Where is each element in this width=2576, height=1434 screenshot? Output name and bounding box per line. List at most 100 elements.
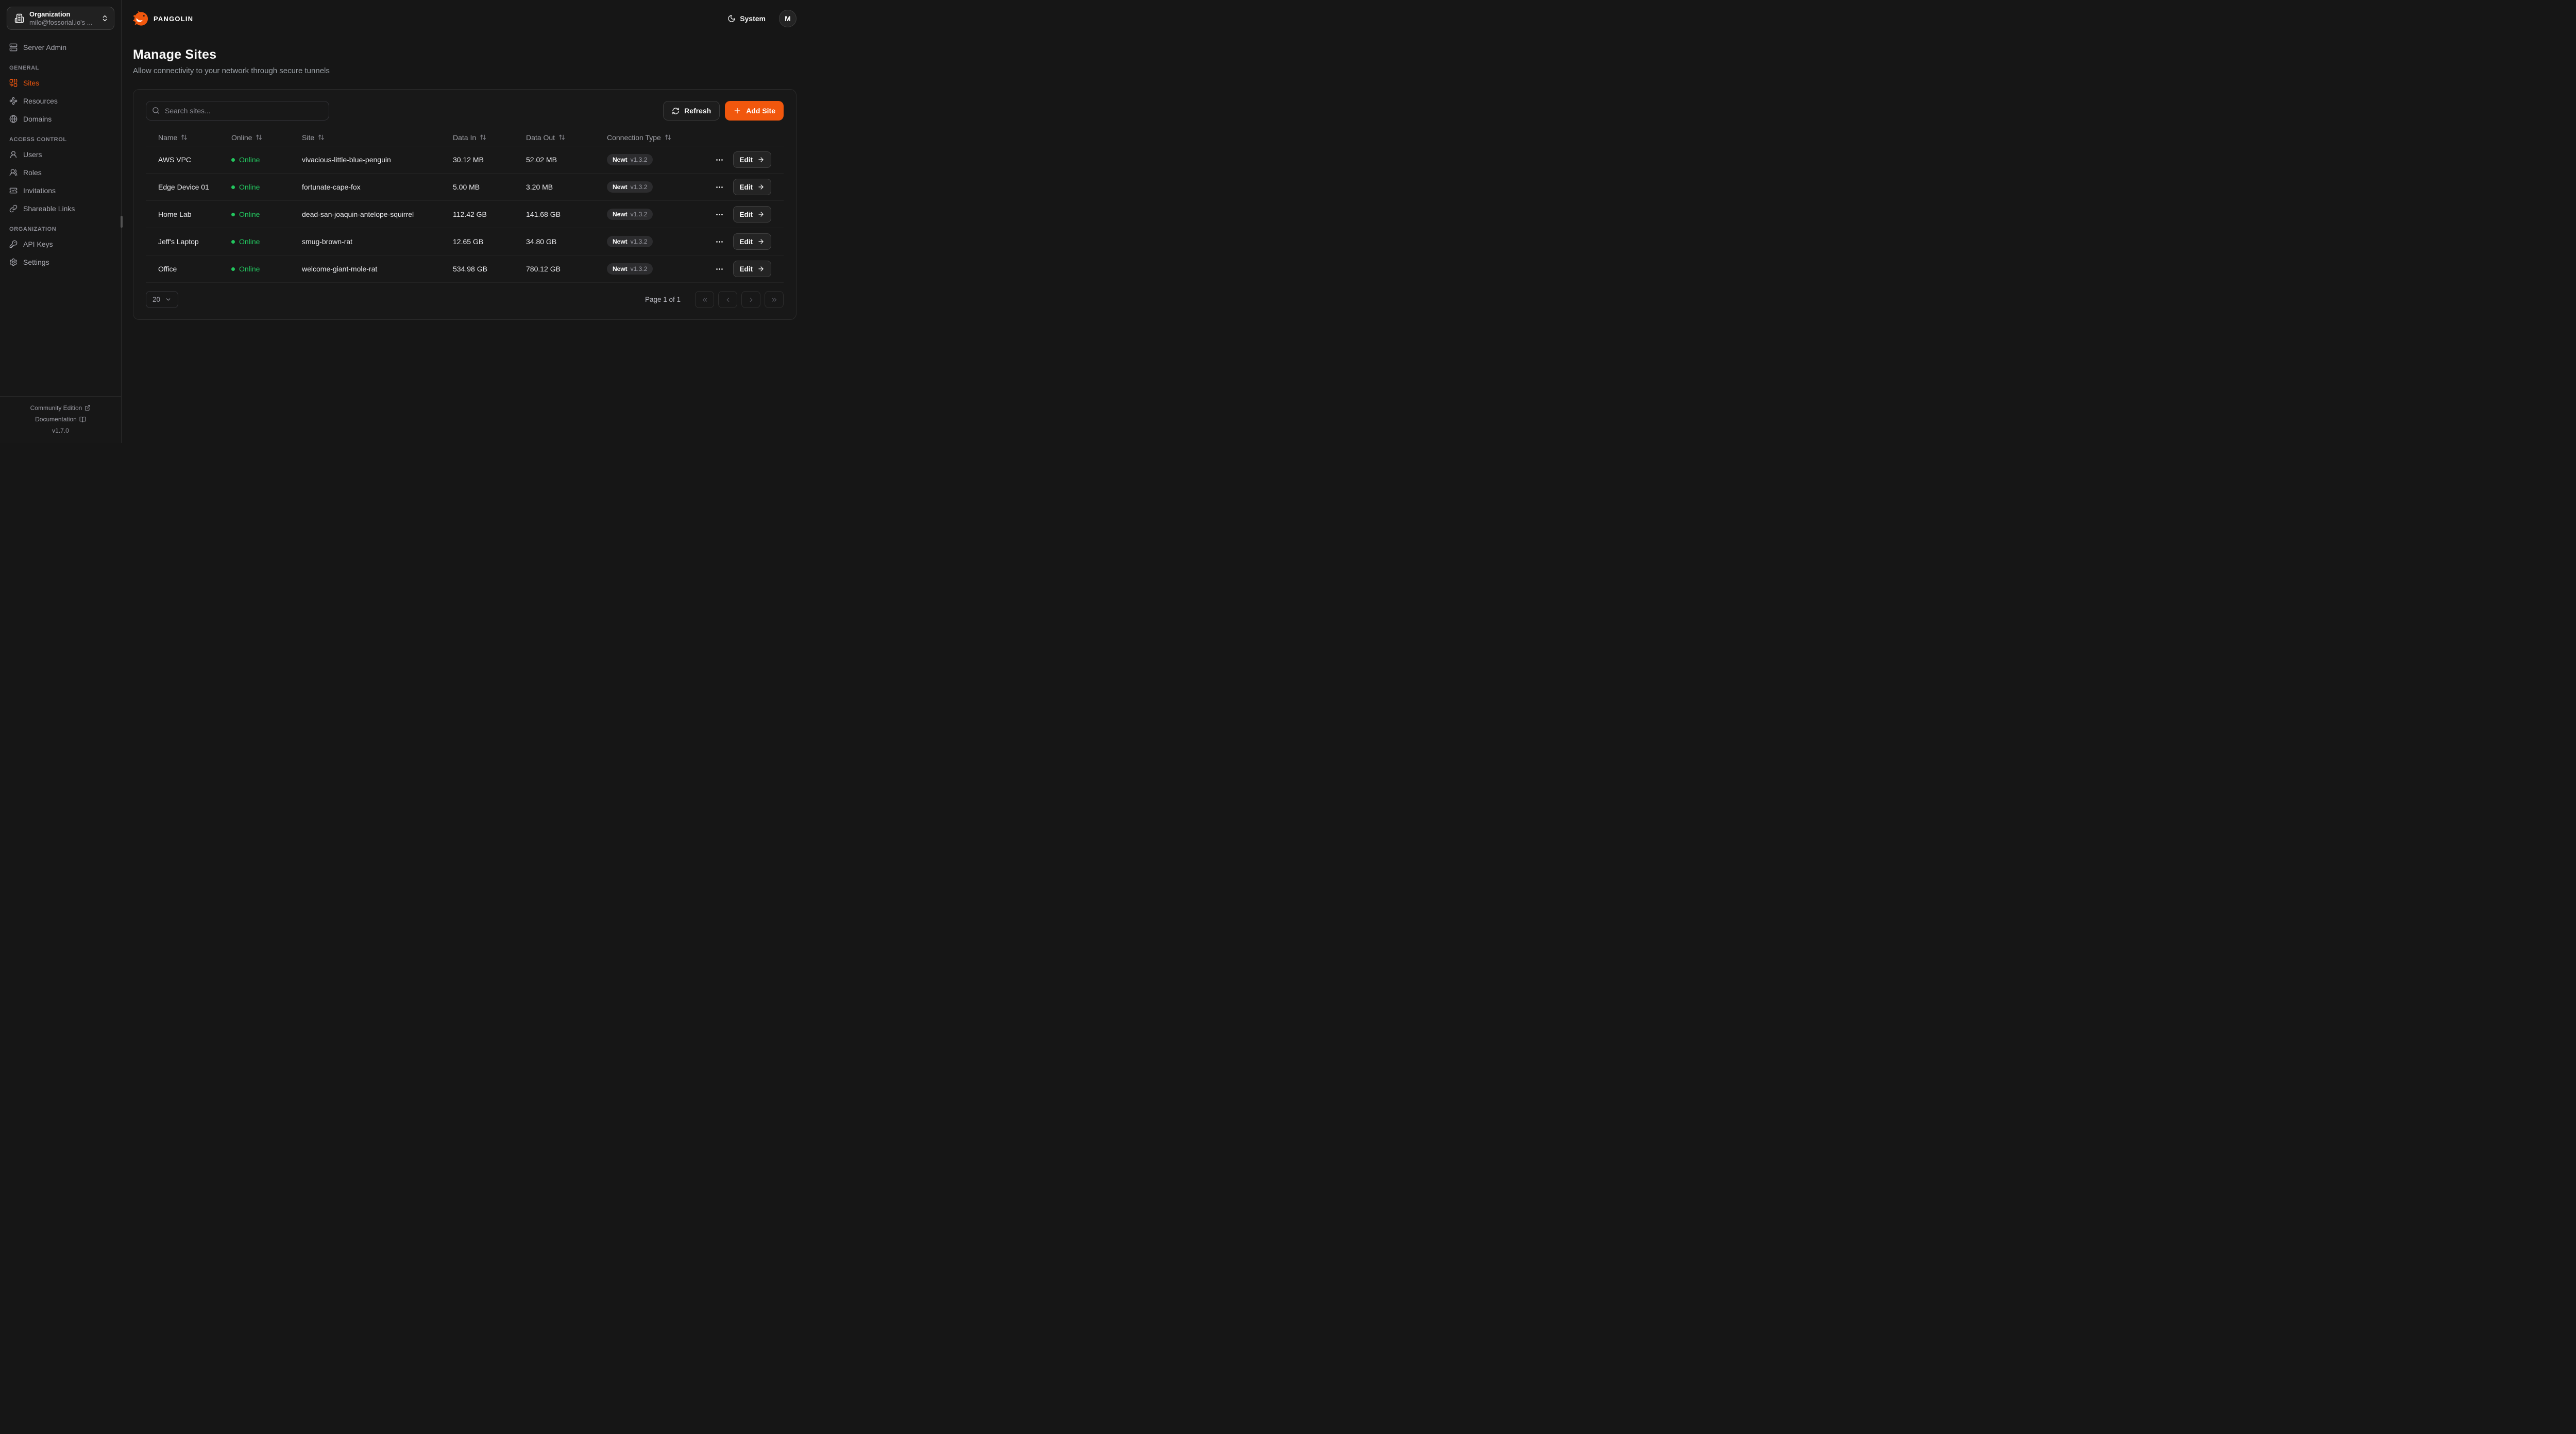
sidebar-item-label: Resources [23, 97, 58, 105]
table-row: Office Online welcome-giant-mole-rat 534… [146, 255, 784, 283]
page-size-select[interactable]: 20 [146, 291, 178, 308]
sidebar-resize-handle[interactable] [121, 216, 123, 228]
last-page-button[interactable] [765, 291, 784, 308]
sidebar-item-users[interactable]: Users [8, 147, 113, 162]
site-name: Jeff's Laptop [158, 237, 231, 246]
org-selector[interactable]: Organization milo@fossorial.io's ... [7, 7, 114, 30]
row-menu-button[interactable] [714, 155, 725, 165]
row-menu-button[interactable] [714, 209, 725, 220]
app-window: Organization milo@fossorial.io's ... Ser… [0, 0, 808, 443]
edit-button[interactable]: Edit [733, 261, 772, 277]
table-row: Edge Device 01 Online fortunate-cape-fox… [146, 174, 784, 201]
sidebar-item-server-admin[interactable]: Server Admin [8, 40, 113, 55]
search-input[interactable] [146, 101, 329, 121]
avatar[interactable]: M [779, 10, 796, 27]
status-badge: Online [239, 237, 260, 246]
edit-button[interactable]: Edit [733, 206, 772, 223]
sites-card: Refresh Add Site Name Online Site Data I… [133, 89, 796, 320]
documentation-link[interactable]: Documentation [35, 414, 77, 425]
sidebar-item-sites[interactable]: Sites [8, 75, 113, 91]
column-header-site[interactable]: Site [302, 133, 453, 142]
row-menu-button[interactable] [714, 236, 725, 247]
column-header-name[interactable]: Name [158, 133, 231, 142]
column-header-data-out[interactable]: Data Out [526, 133, 607, 142]
status-badge: Online [239, 210, 260, 218]
column-header-connection-type[interactable]: Connection Type [607, 133, 715, 142]
sort-icon [181, 134, 188, 141]
arrow-right-icon [757, 238, 765, 245]
row-menu-button[interactable] [714, 182, 725, 193]
org-label: Organization [29, 10, 96, 19]
table-footer: 20 Page 1 of 1 [146, 291, 784, 308]
sidebar-item-label: API Keys [23, 240, 53, 248]
refresh-button[interactable]: Refresh [663, 101, 720, 121]
sort-icon [558, 134, 565, 141]
sidebar-item-shareable-links[interactable]: Shareable Links [8, 201, 113, 216]
external-link-icon [84, 405, 91, 411]
chevron-down-icon [165, 296, 172, 303]
site-name: Home Lab [158, 210, 231, 218]
sidebar-item-api-keys[interactable]: API Keys [8, 236, 113, 252]
first-page-button[interactable] [695, 291, 714, 308]
data-out-value: 3.20 MB [526, 183, 607, 191]
topbar: PANGOLIN System M [133, 0, 796, 37]
user-icon [9, 150, 18, 159]
brand-logo: PANGOLIN [133, 11, 193, 27]
data-out-value: 52.02 MB [526, 156, 607, 164]
avatar-initial: M [785, 14, 791, 23]
chevron-right-icon [748, 296, 755, 303]
edit-button[interactable]: Edit [733, 233, 772, 250]
chevrons-right-icon [771, 296, 778, 303]
status-badge: Online [239, 265, 260, 273]
site-name: Office [158, 265, 231, 273]
sidebar-item-label: Roles [23, 168, 42, 177]
data-out-value: 34.80 GB [526, 237, 607, 246]
community-edition-link[interactable]: Community Edition [30, 402, 82, 414]
edit-button[interactable]: Edit [733, 179, 772, 195]
edit-button[interactable]: Edit [733, 151, 772, 168]
theme-toggle[interactable]: System [727, 14, 766, 23]
server-icon [9, 43, 18, 52]
sidebar-item-roles[interactable]: Roles [8, 165, 113, 180]
online-dot [231, 185, 235, 189]
sidebar-item-resources[interactable]: Resources [8, 93, 113, 109]
online-dot [231, 267, 235, 271]
connection-type-badge: Newtv1.3.2 [607, 209, 653, 220]
add-site-button[interactable]: Add Site [725, 101, 784, 121]
status-badge: Online [239, 156, 260, 164]
sidebar-item-settings[interactable]: Settings [8, 254, 113, 270]
main-content: PANGOLIN System M Manage Sites Allow con… [122, 0, 808, 443]
data-in-value: 30.12 MB [453, 156, 526, 164]
table-row: Jeff's Laptop Online smug-brown-rat 12.6… [146, 228, 784, 255]
site-slug: smug-brown-rat [302, 237, 453, 246]
chevron-left-icon [724, 296, 732, 303]
waypoints-icon [9, 97, 18, 105]
row-menu-button[interactable] [714, 264, 725, 275]
data-in-value: 12.65 GB [453, 237, 526, 246]
column-header-online[interactable]: Online [231, 133, 302, 142]
connection-type-badge: Newtv1.3.2 [607, 236, 653, 247]
column-header-data-in[interactable]: Data In [453, 133, 526, 142]
page-subtitle: Allow connectivity to your network throu… [133, 66, 796, 75]
arrow-right-icon [757, 265, 765, 272]
data-in-value: 5.00 MB [453, 183, 526, 191]
users-icon [9, 168, 18, 177]
connection-type-badge: Newtv1.3.2 [607, 181, 653, 193]
data-in-value: 112.42 GB [453, 210, 526, 218]
sidebar-item-domains[interactable]: Domains [8, 111, 113, 127]
data-in-value: 534.98 GB [453, 265, 526, 273]
sidebar-footer: Community Edition Documentation v1.7.0 [0, 396, 121, 443]
globe-icon [9, 115, 18, 123]
sidebar: Organization milo@fossorial.io's ... Ser… [0, 0, 122, 443]
next-page-button[interactable] [741, 291, 760, 308]
moon-icon [727, 14, 736, 23]
sidebar-item-label: Server Admin [23, 43, 66, 52]
sidebar-item-label: Invitations [23, 186, 56, 195]
sidebar-item-invitations[interactable]: Invitations [8, 183, 113, 198]
sort-icon [665, 134, 671, 141]
sidebar-item-label: Shareable Links [23, 204, 75, 213]
site-name: AWS VPC [158, 156, 231, 164]
section-label-general: GENERAL [9, 65, 112, 71]
sidebar-item-label: Sites [23, 79, 39, 87]
prev-page-button[interactable] [718, 291, 737, 308]
